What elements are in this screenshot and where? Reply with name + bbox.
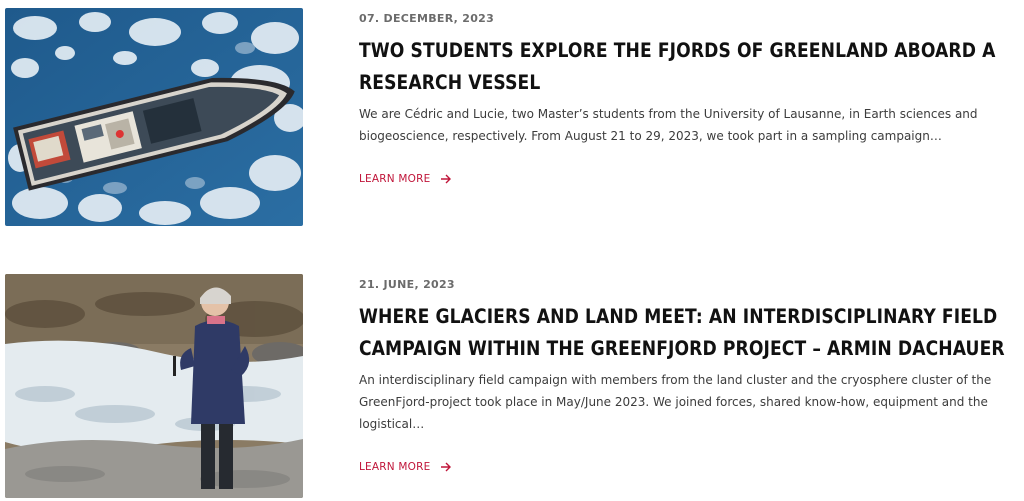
learn-more-label: LEARN MORE <box>359 461 431 473</box>
ship-in-ice-image <box>5 8 303 226</box>
arrow-right-icon <box>440 174 452 184</box>
learn-more-label: LEARN MORE <box>359 173 431 185</box>
learn-more-link[interactable]: LEARN MORE <box>359 461 452 473</box>
post-thumbnail-researcher[interactable] <box>5 274 303 498</box>
post-thumbnail-ship[interactable] <box>5 8 303 226</box>
post-title[interactable]: WHERE GLACIERS AND LAND MEET: AN INTERDI… <box>359 301 1021 365</box>
post-title[interactable]: TWO STUDENTS EXPLORE THE FJORDS OF GREEN… <box>359 35 1021 99</box>
researcher-image <box>5 274 303 498</box>
post-date: 21. JUNE, 2023 <box>359 278 455 291</box>
post-excerpt: We are Cédric and Lucie, two Master’s st… <box>359 107 978 143</box>
arrow-right-icon <box>440 462 452 472</box>
learn-more-link[interactable]: LEARN MORE <box>359 173 452 185</box>
post-excerpt: An interdisciplinary field campaign with… <box>359 373 992 431</box>
post-date: 07. DECEMBER, 2023 <box>359 12 495 25</box>
